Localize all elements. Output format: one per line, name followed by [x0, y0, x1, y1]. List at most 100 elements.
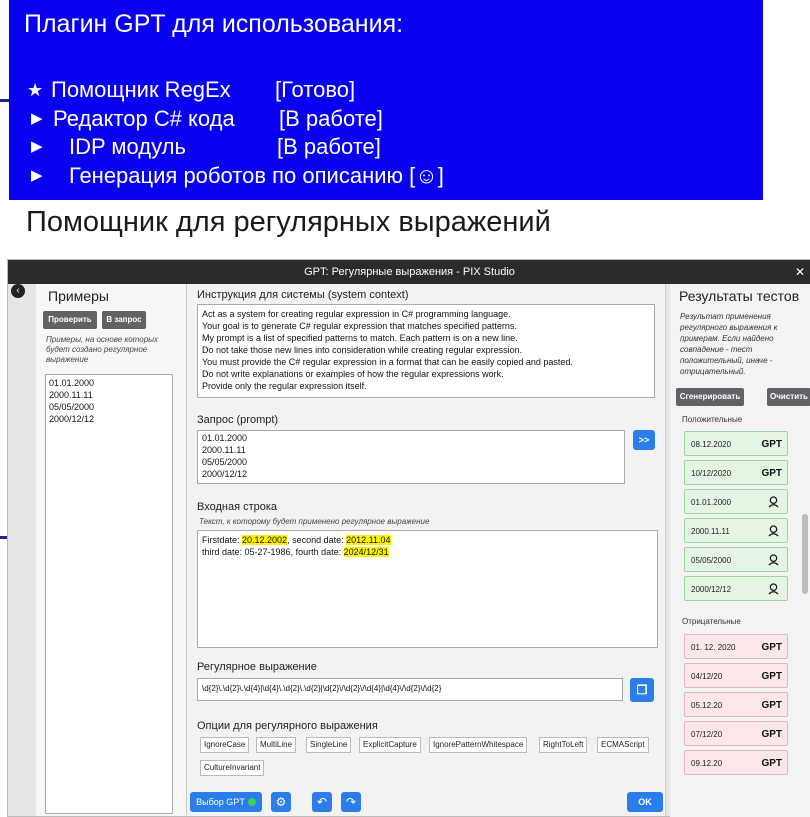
- positive-result[interactable]: 05/05/2000: [684, 547, 788, 572]
- input-string-label: Входная строка: [197, 501, 278, 513]
- result-value: 09.12.20: [691, 759, 723, 768]
- negative-result[interactable]: 01. 12. 2020 GPT: [684, 634, 788, 659]
- match-highlight: 20.12.2002: [242, 535, 288, 545]
- gpt-badge: GPT: [761, 468, 782, 479]
- text-line: Do not write explanations or examples of…: [202, 369, 504, 379]
- user-icon: [768, 525, 779, 537]
- plan-item-status: [Готово]: [275, 77, 356, 102]
- negative-result[interactable]: 05.12.20 GPT: [684, 692, 788, 717]
- results-scrollbar[interactable]: [802, 514, 808, 594]
- generate-button[interactable]: Сгенерировать: [676, 388, 744, 406]
- user-icon: [768, 496, 779, 508]
- positive-result[interactable]: 2000/12/12: [684, 576, 788, 601]
- close-icon[interactable]: ✕: [793, 260, 807, 284]
- gpt-badge: GPT: [761, 700, 782, 711]
- text-run: , second date:: [287, 535, 347, 545]
- gpt-select-button[interactable]: Выбор GPT: [190, 792, 262, 812]
- plan-item-status: [В работе]: [277, 134, 381, 159]
- result-value: 08.12.2020: [691, 440, 732, 449]
- positive-result[interactable]: 10/12/2020 GPT: [684, 460, 788, 485]
- text-line: Provide only the regular expression itse…: [202, 381, 367, 391]
- ok-button[interactable]: OK: [627, 792, 663, 812]
- match-highlight: 2012.11.04: [346, 535, 391, 545]
- prompt-input[interactable]: 01.01.2000 2000.11.11 05/05/2000 2000/12…: [197, 430, 625, 484]
- triangle-bullet-icon: ▶: [31, 138, 43, 155]
- positive-result[interactable]: 01.01.2000: [684, 489, 788, 514]
- negative-result[interactable]: 04/12/20 GPT: [684, 663, 788, 688]
- plan-item-name: Редактор C# кода: [53, 106, 235, 131]
- gpt-badge: GPT: [761, 729, 782, 740]
- text-line: 2000.11.11: [202, 445, 246, 455]
- text-line: 01.01.2000: [202, 433, 248, 443]
- window-title: GPT: Регулярные выражения - PIX Studio: [304, 266, 515, 278]
- examples-hint: Примеры, на основе которых будет создано…: [46, 335, 159, 364]
- text-line: 05/05/2000: [202, 457, 248, 467]
- redo-icon[interactable]: ↷: [341, 792, 361, 812]
- text-line: You must provide the C# regular expressi…: [202, 357, 573, 367]
- text-line: Do not take those new lines into conside…: [202, 345, 523, 355]
- text-line: 2000/12/12: [202, 469, 248, 479]
- regex-options-label: Опции для регулярного выражения: [197, 720, 378, 732]
- list-item[interactable]: 2000/12/12: [49, 413, 169, 425]
- option-righttoleft[interactable]: RightToLeft: [539, 737, 588, 753]
- match-highlight: 2024/12/31: [343, 547, 389, 557]
- gpt-select-label: Выбор GPT: [196, 797, 245, 807]
- examples-list[interactable]: 01.01.2000 2000.11.11 05/05/2000 2000/12…: [45, 374, 173, 814]
- system-context-input[interactable]: Act as a system for creating regular exp…: [197, 304, 655, 398]
- system-context-label: Инструкция для системы (system context): [197, 289, 409, 301]
- copy-icon[interactable]: ❐: [630, 678, 654, 702]
- input-line: Firstdate: 20.12.2002, second date: 2012…: [202, 534, 653, 546]
- slide-edge-tick: [0, 99, 9, 102]
- test-results-panel: Результаты тестов Результат применения р…: [670, 284, 810, 817]
- to-request-button[interactable]: В запрос: [102, 311, 146, 329]
- clear-button[interactable]: Очистить: [767, 388, 810, 406]
- list-item[interactable]: 01.01.2000: [49, 377, 169, 389]
- input-line: third date: 05-27-1986, fourth date: 202…: [202, 546, 653, 558]
- gpt-badge: GPT: [761, 642, 782, 653]
- option-ignorepatternwhitespace[interactable]: IgnorePatternWhitespace: [429, 737, 528, 753]
- window-titlebar: GPT: Регулярные выражения - PIX Studio ✕: [8, 260, 810, 284]
- plan-item-status: [В работе]: [279, 106, 383, 131]
- option-cultureinvariant[interactable]: CultureInvariant: [200, 760, 265, 776]
- option-ecmascript[interactable]: ECMAScript: [597, 737, 649, 753]
- text-line: Your goal is to generate C# regular expr…: [202, 321, 517, 331]
- text-run: third date: 05-27-1986, fourth date:: [202, 547, 344, 557]
- list-item[interactable]: 2000.11.11: [49, 389, 169, 401]
- check-button[interactable]: Проверить: [43, 311, 97, 329]
- slide-subheading: Помощник для регулярных выражений: [26, 206, 551, 238]
- option-singleline[interactable]: SingleLine: [306, 737, 352, 753]
- negative-result[interactable]: 07/12/20 GPT: [684, 721, 788, 746]
- input-string-field[interactable]: Firstdate: 20.12.2002, second date: 2012…: [197, 530, 658, 648]
- positive-result[interactable]: 2000.11.11: [684, 518, 788, 543]
- banner-title: Плагин GPT для использования:: [24, 10, 404, 38]
- back-icon[interactable]: ‹: [11, 284, 25, 298]
- result-value: 2000.11.11: [691, 527, 730, 536]
- main-panel: Инструкция для системы (system context) …: [186, 284, 666, 816]
- app-window: GPT: Регулярные выражения - PIX Studio ✕…: [7, 259, 810, 817]
- undo-icon[interactable]: ↶: [312, 792, 332, 812]
- examples-panel: Примеры Проверить В запрос Примеры, на о…: [36, 284, 186, 816]
- result-value: 01. 12. 2020: [691, 643, 736, 652]
- result-value: 07/12/20: [691, 730, 723, 739]
- user-icon: [768, 583, 779, 595]
- result-value: 01.01.2000: [691, 498, 732, 507]
- option-multiline[interactable]: MultiLine: [256, 737, 297, 753]
- list-item[interactable]: 05/05/2000: [49, 401, 169, 413]
- regex-field[interactable]: \d{2}\.\d{2}\.\d{4}|\d{4}\.\d{2}\.\d{2}|…: [197, 678, 623, 701]
- result-value: 05.12.20: [691, 701, 723, 710]
- negative-result[interactable]: 09.12.20 GPT: [684, 750, 788, 775]
- option-explicitcapture[interactable]: ExplicitCapture: [359, 737, 421, 753]
- text-line: Act as a system for creating regular exp…: [202, 309, 511, 319]
- examples-title: Примеры: [48, 288, 109, 304]
- negative-group-label: Отрицательные: [682, 617, 741, 626]
- settings-icon[interactable]: ⚙: [271, 792, 291, 812]
- result-value: 04/12/20: [691, 672, 723, 681]
- result-value: 10/12/2020: [691, 469, 732, 478]
- positive-result[interactable]: 08.12.2020 GPT: [684, 431, 788, 456]
- results-description: Результат применения регулярного выражен…: [680, 312, 778, 376]
- prompt-label: Запрос (prompt): [197, 414, 279, 426]
- send-to-gpt-button[interactable]: >>: [633, 430, 655, 450]
- plan-item-name: Генерация роботов по описанию [☺]: [69, 163, 444, 188]
- option-ignorecase[interactable]: IgnoreCase: [200, 737, 250, 753]
- plan-item-name: Помощник RegEx: [51, 77, 231, 102]
